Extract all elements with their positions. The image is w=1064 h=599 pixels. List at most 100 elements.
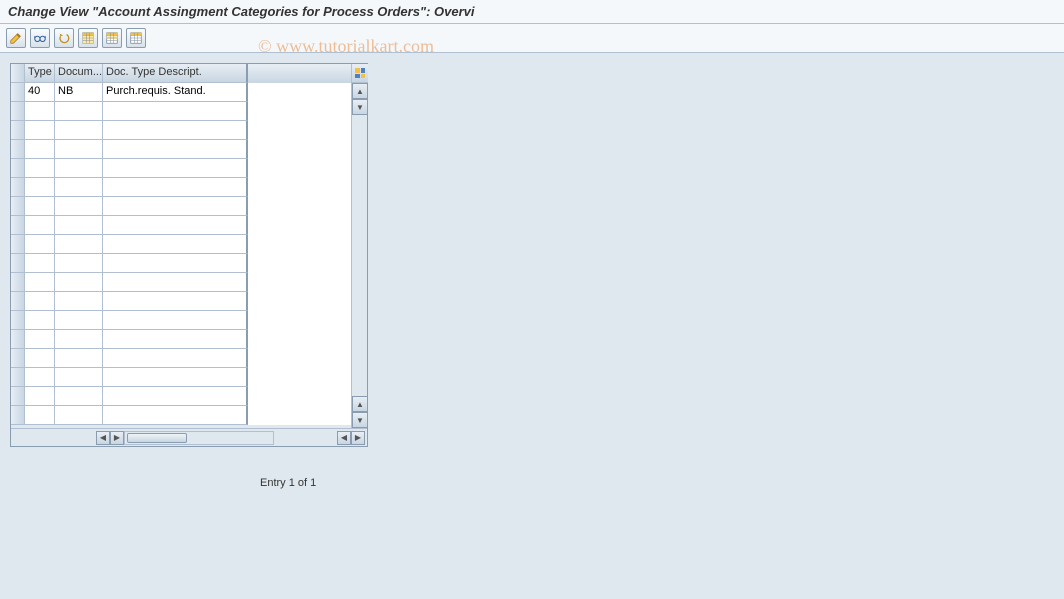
table-row [11, 102, 367, 121]
cell-description[interactable] [103, 406, 248, 425]
scroll-left-end-button[interactable]: ◀ [337, 431, 351, 445]
scroll-up-button[interactable]: ▲ [352, 83, 368, 99]
row-selector[interactable] [11, 273, 25, 292]
scroll-right-button[interactable]: ▶ [110, 431, 124, 445]
cell-document[interactable] [55, 102, 103, 121]
cell-description[interactable] [103, 121, 248, 140]
cell-document[interactable] [55, 121, 103, 140]
cell-document[interactable] [55, 330, 103, 349]
scroll-down-button[interactable]: ▼ [352, 99, 368, 115]
row-selector[interactable] [11, 254, 25, 273]
row-selector[interactable] [11, 406, 25, 425]
cell-type[interactable] [25, 254, 55, 273]
cell-description[interactable] [103, 159, 248, 178]
column-header-document[interactable]: Docum... [55, 64, 103, 83]
cell-type[interactable] [25, 311, 55, 330]
other-view-button[interactable] [30, 28, 50, 48]
pencil-icon [9, 31, 23, 45]
cell-document[interactable] [55, 178, 103, 197]
cell-type[interactable] [25, 387, 55, 406]
scroll-up-button-bottom[interactable]: ▲ [352, 396, 368, 412]
cell-document[interactable] [55, 292, 103, 311]
cell-document[interactable] [55, 235, 103, 254]
cell-type[interactable] [25, 292, 55, 311]
scroll-left-button[interactable]: ◀ [96, 431, 110, 445]
row-selector[interactable] [11, 197, 25, 216]
row-selector[interactable] [11, 83, 25, 102]
cell-type[interactable] [25, 102, 55, 121]
cell-type[interactable] [25, 140, 55, 159]
table-select-block-icon [105, 31, 119, 45]
row-selector[interactable] [11, 349, 25, 368]
cell-type[interactable] [25, 406, 55, 425]
cell-description[interactable] [103, 387, 248, 406]
cell-description[interactable] [103, 216, 248, 235]
row-selector[interactable] [11, 121, 25, 140]
scroll-right-end-button[interactable]: ▶ [351, 431, 365, 445]
row-selector[interactable] [11, 216, 25, 235]
row-selector[interactable] [11, 140, 25, 159]
cell-document[interactable] [55, 349, 103, 368]
cell-type[interactable] [25, 216, 55, 235]
cell-description[interactable] [103, 178, 248, 197]
cell-document[interactable] [55, 387, 103, 406]
cell-document[interactable]: NB [55, 83, 103, 102]
row-selector[interactable] [11, 178, 25, 197]
cell-description[interactable] [103, 140, 248, 159]
cell-description[interactable] [103, 235, 248, 254]
row-selector[interactable] [11, 368, 25, 387]
cell-description[interactable] [103, 368, 248, 387]
cell-document[interactable] [55, 216, 103, 235]
cell-type[interactable] [25, 178, 55, 197]
glasses-icon [33, 31, 47, 45]
cell-document[interactable] [55, 254, 103, 273]
cell-description[interactable] [103, 349, 248, 368]
column-header-type[interactable]: Type [25, 64, 55, 83]
cell-document[interactable] [55, 273, 103, 292]
undo-button[interactable] [54, 28, 74, 48]
row-selector[interactable] [11, 311, 25, 330]
data-table: Type Docum... Doc. Type Descript. 40NBPu… [11, 64, 367, 425]
deselect-all-button[interactable] [126, 28, 146, 48]
select-all-button[interactable] [78, 28, 98, 48]
cell-type[interactable] [25, 121, 55, 140]
cell-description[interactable] [103, 254, 248, 273]
table-settings-button[interactable] [352, 64, 368, 83]
cell-type[interactable] [25, 273, 55, 292]
cell-type[interactable] [25, 330, 55, 349]
toggle-display-change-button[interactable] [6, 28, 26, 48]
row-selector[interactable] [11, 159, 25, 178]
cell-type[interactable] [25, 235, 55, 254]
column-header-description[interactable]: Doc. Type Descript. [103, 64, 248, 83]
cell-document[interactable] [55, 368, 103, 387]
row-selector[interactable] [11, 102, 25, 121]
row-selector[interactable] [11, 235, 25, 254]
vertical-scroll-track[interactable] [352, 115, 367, 396]
cell-document[interactable] [55, 197, 103, 216]
cell-document[interactable] [55, 406, 103, 425]
cell-description[interactable] [103, 292, 248, 311]
row-selector[interactable] [11, 292, 25, 311]
row-selector[interactable] [11, 387, 25, 406]
horizontal-scroll-track[interactable] [124, 431, 274, 445]
cell-description[interactable] [103, 330, 248, 349]
cell-type[interactable] [25, 197, 55, 216]
cell-description[interactable] [103, 102, 248, 121]
cell-type[interactable] [25, 349, 55, 368]
cell-document[interactable] [55, 140, 103, 159]
cell-description[interactable] [103, 197, 248, 216]
cell-description[interactable] [103, 311, 248, 330]
row-selector[interactable] [11, 330, 25, 349]
cell-description[interactable] [103, 273, 248, 292]
table-row [11, 159, 367, 178]
cell-document[interactable] [55, 159, 103, 178]
cell-type[interactable]: 40 [25, 83, 55, 102]
scroll-down-button-bottom[interactable]: ▼ [352, 412, 368, 428]
corner-cell[interactable] [11, 64, 25, 83]
cell-type[interactable] [25, 159, 55, 178]
cell-description[interactable]: Purch.requis. Stand. [103, 83, 248, 102]
horizontal-scroll-thumb[interactable] [127, 433, 187, 443]
cell-document[interactable] [55, 311, 103, 330]
cell-type[interactable] [25, 368, 55, 387]
select-block-button[interactable] [102, 28, 122, 48]
